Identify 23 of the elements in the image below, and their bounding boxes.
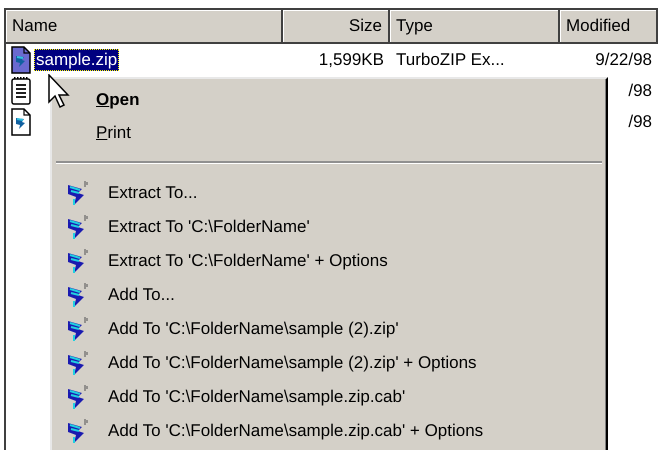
text-file-icon (10, 76, 32, 106)
column-header[interactable]: Size (283, 10, 390, 44)
column-header[interactable]: Name (6, 10, 283, 44)
file-size: 1,599KB (318, 50, 384, 70)
menu-item[interactable]: Add To 'C:\FolderName\sample (2).zip' + Options (108, 353, 477, 373)
column-header[interactable]: Type (390, 10, 560, 44)
menu-item[interactable]: Add To... (108, 285, 175, 305)
column-header[interactable]: Modified (560, 10, 658, 44)
zip-file-icon (10, 108, 32, 136)
menu-item[interactable]: Print (52, 116, 131, 149)
menu-item[interactable]: Extract To... (108, 183, 198, 203)
file-type: TurboZIP Ex... (396, 50, 505, 70)
file-name[interactable]: sample.zip (34, 48, 120, 70)
file-modified: 9/22/98 (595, 50, 652, 70)
menu-item[interactable]: Extract To 'C:\FolderName' (108, 217, 310, 237)
menu-item[interactable]: Add To 'C:\FolderName\sample.zip.cab' (108, 387, 406, 407)
menu-item[interactable]: Extract To 'C:\FolderName' + Options (108, 251, 388, 271)
zip-file-icon (10, 46, 32, 74)
file-modified: /98 (628, 80, 652, 100)
menu-item[interactable]: Add To 'C:\FolderName\sample (2).zip' (108, 319, 399, 339)
file-modified: /98 (628, 112, 652, 132)
mouse-cursor-icon (48, 74, 72, 110)
menu-item[interactable]: Add To 'C:\FolderName\sample.zip.cab' + Options (108, 421, 484, 441)
